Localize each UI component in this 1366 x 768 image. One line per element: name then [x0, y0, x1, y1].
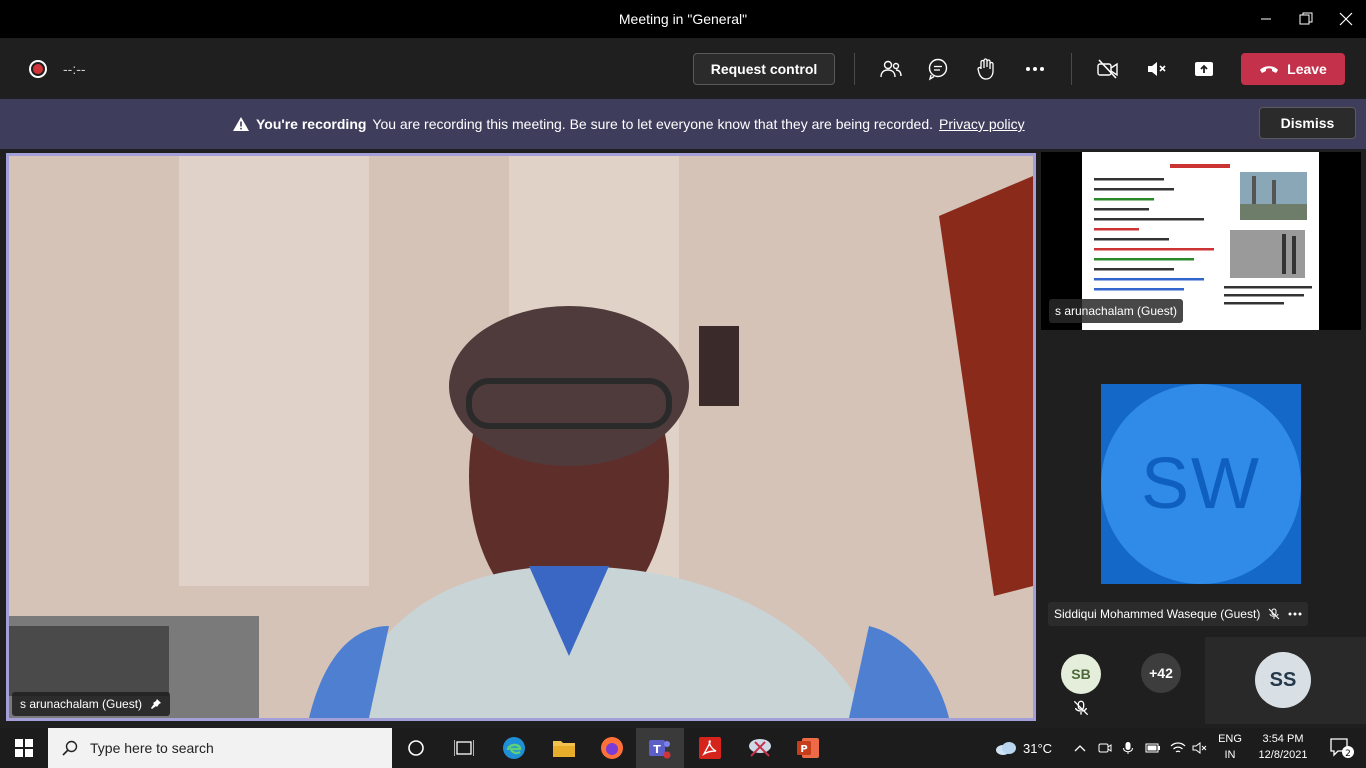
start-button[interactable]	[0, 728, 48, 768]
notification-center-button[interactable]: 2	[1318, 728, 1366, 768]
speaker-muted-icon	[1192, 742, 1207, 754]
leave-label: Leave	[1287, 61, 1327, 77]
notification-icon: 2	[1330, 738, 1354, 759]
clock-date: 12/8/2021	[1258, 749, 1308, 761]
participant-name: s arunachalam (Guest)	[20, 697, 143, 711]
restore-icon	[1299, 12, 1313, 25]
language-indicator[interactable]: ENG IN	[1212, 731, 1248, 763]
participants-button[interactable]	[875, 53, 907, 85]
firefox-icon	[601, 737, 623, 759]
banner-message: You are recording this meeting. Be sure …	[372, 116, 934, 132]
toolbar-divider	[1071, 53, 1072, 85]
taskbar-snipping-tool[interactable]	[736, 728, 784, 768]
svg-text:P: P	[800, 744, 807, 755]
close-button[interactable]	[1326, 0, 1366, 38]
taskbar-clock[interactable]: 3:54 PM 12/8/2021	[1255, 731, 1311, 763]
main-video-name-label: s arunachalam (Guest)	[12, 692, 171, 716]
banner-title: You're recording	[256, 116, 367, 132]
taskbar-edge[interactable]	[490, 728, 538, 768]
folder-icon	[553, 741, 575, 757]
minimize-button[interactable]	[1246, 0, 1286, 38]
speaker-muted-icon	[1148, 62, 1166, 76]
raise-hand-icon	[977, 58, 994, 80]
more-actions-button[interactable]	[1019, 53, 1051, 85]
pin-icon	[151, 699, 162, 709]
battery-icon	[1145, 743, 1160, 753]
task-view-button[interactable]	[440, 728, 488, 768]
notification-count: 2	[1345, 749, 1351, 759]
window-title: Meeting in "General"	[618, 11, 748, 27]
taskbar-file-explorer[interactable]	[540, 728, 588, 768]
wifi-icon	[1170, 742, 1186, 753]
windows-logo-icon	[15, 739, 33, 757]
request-control-button[interactable]: Request control	[693, 53, 835, 85]
network-tray-icon[interactable]	[1168, 738, 1188, 758]
participant-name: Siddiqui Mohammed Waseque (Guest)	[1054, 607, 1261, 621]
cortana-icon	[408, 740, 424, 756]
taskbar-firefox[interactable]	[588, 728, 636, 768]
taskbar-powerpoint[interactable]: P	[784, 728, 832, 768]
warning-icon	[233, 117, 249, 131]
microphone-tray-icon[interactable]	[1118, 738, 1138, 758]
teams-icon: T	[649, 740, 671, 759]
powerpoint-icon: P	[797, 738, 819, 758]
camera-off-icon	[1097, 59, 1118, 79]
shared-screen-name-label: s arunachalam (Guest)	[1049, 299, 1184, 323]
people-icon	[880, 60, 902, 78]
mic-off-icon	[1268, 608, 1280, 620]
toolbar-divider	[854, 53, 855, 85]
share-tray-icon	[1195, 62, 1213, 76]
cortana-button[interactable]	[392, 728, 440, 768]
chat-button[interactable]	[922, 53, 954, 85]
cloud-icon	[996, 742, 1016, 755]
more-participants-button[interactable]: +42	[1141, 653, 1181, 693]
battery-tray-icon[interactable]	[1143, 738, 1163, 758]
taskbar-weather[interactable]: 31°C	[995, 728, 1052, 768]
more-icon	[1026, 67, 1044, 71]
edge-icon	[503, 737, 525, 759]
meet-now-tray-icon[interactable]	[1095, 738, 1115, 758]
more-icon[interactable]	[1288, 612, 1302, 616]
show-hidden-icons-button[interactable]	[1070, 738, 1090, 758]
privacy-policy-link[interactable]: Privacy policy	[939, 99, 1025, 149]
temperature: 31°C	[1023, 740, 1053, 756]
leave-button[interactable]: Leave	[1241, 53, 1345, 85]
volume-tray-icon[interactable]	[1190, 738, 1210, 758]
language-code: ENG	[1218, 733, 1242, 745]
microphone-icon	[1123, 742, 1133, 754]
search-placeholder: Type here to search	[90, 740, 214, 756]
recording-icon	[29, 60, 47, 78]
participant-avatar-sb[interactable]: SB	[1061, 654, 1101, 694]
share-button[interactable]	[1188, 53, 1220, 85]
chevron-up-icon	[1074, 745, 1086, 752]
taskbar-teams[interactable]: T	[636, 728, 684, 768]
taskbar-search-box[interactable]: Type here to search	[48, 728, 392, 768]
dismiss-button[interactable]: Dismiss	[1259, 107, 1356, 139]
maximize-button[interactable]	[1286, 0, 1326, 38]
mic-off-icon	[1073, 700, 1089, 716]
minimize-icon	[1261, 18, 1271, 20]
participant-name-label: Siddiqui Mohammed Waseque (Guest)	[1048, 602, 1309, 626]
avatar: SW	[1101, 384, 1301, 584]
task-view-icon	[454, 740, 474, 756]
taskbar-acrobat[interactable]	[686, 728, 734, 768]
clock-time: 3:54 PM	[1262, 733, 1304, 745]
meeting-timer: --:--	[63, 61, 86, 77]
mic-toggle-button[interactable]	[1140, 53, 1172, 85]
region-code: IN	[1224, 749, 1236, 761]
close-icon	[1339, 12, 1353, 26]
search-icon	[62, 740, 78, 756]
snip-icon	[749, 739, 771, 757]
participant-avatar-ss: SS	[1255, 652, 1311, 708]
camera-icon	[1098, 743, 1112, 753]
svg-text:T: T	[653, 743, 661, 756]
reactions-button[interactable]	[970, 53, 1002, 85]
camera-toggle-button[interactable]	[1092, 53, 1124, 85]
hang-up-icon	[1260, 66, 1279, 73]
main-video-feed[interactable]	[6, 153, 1036, 721]
chat-icon	[928, 58, 948, 81]
acrobat-icon	[699, 737, 721, 759]
video-frame	[9, 156, 1033, 718]
